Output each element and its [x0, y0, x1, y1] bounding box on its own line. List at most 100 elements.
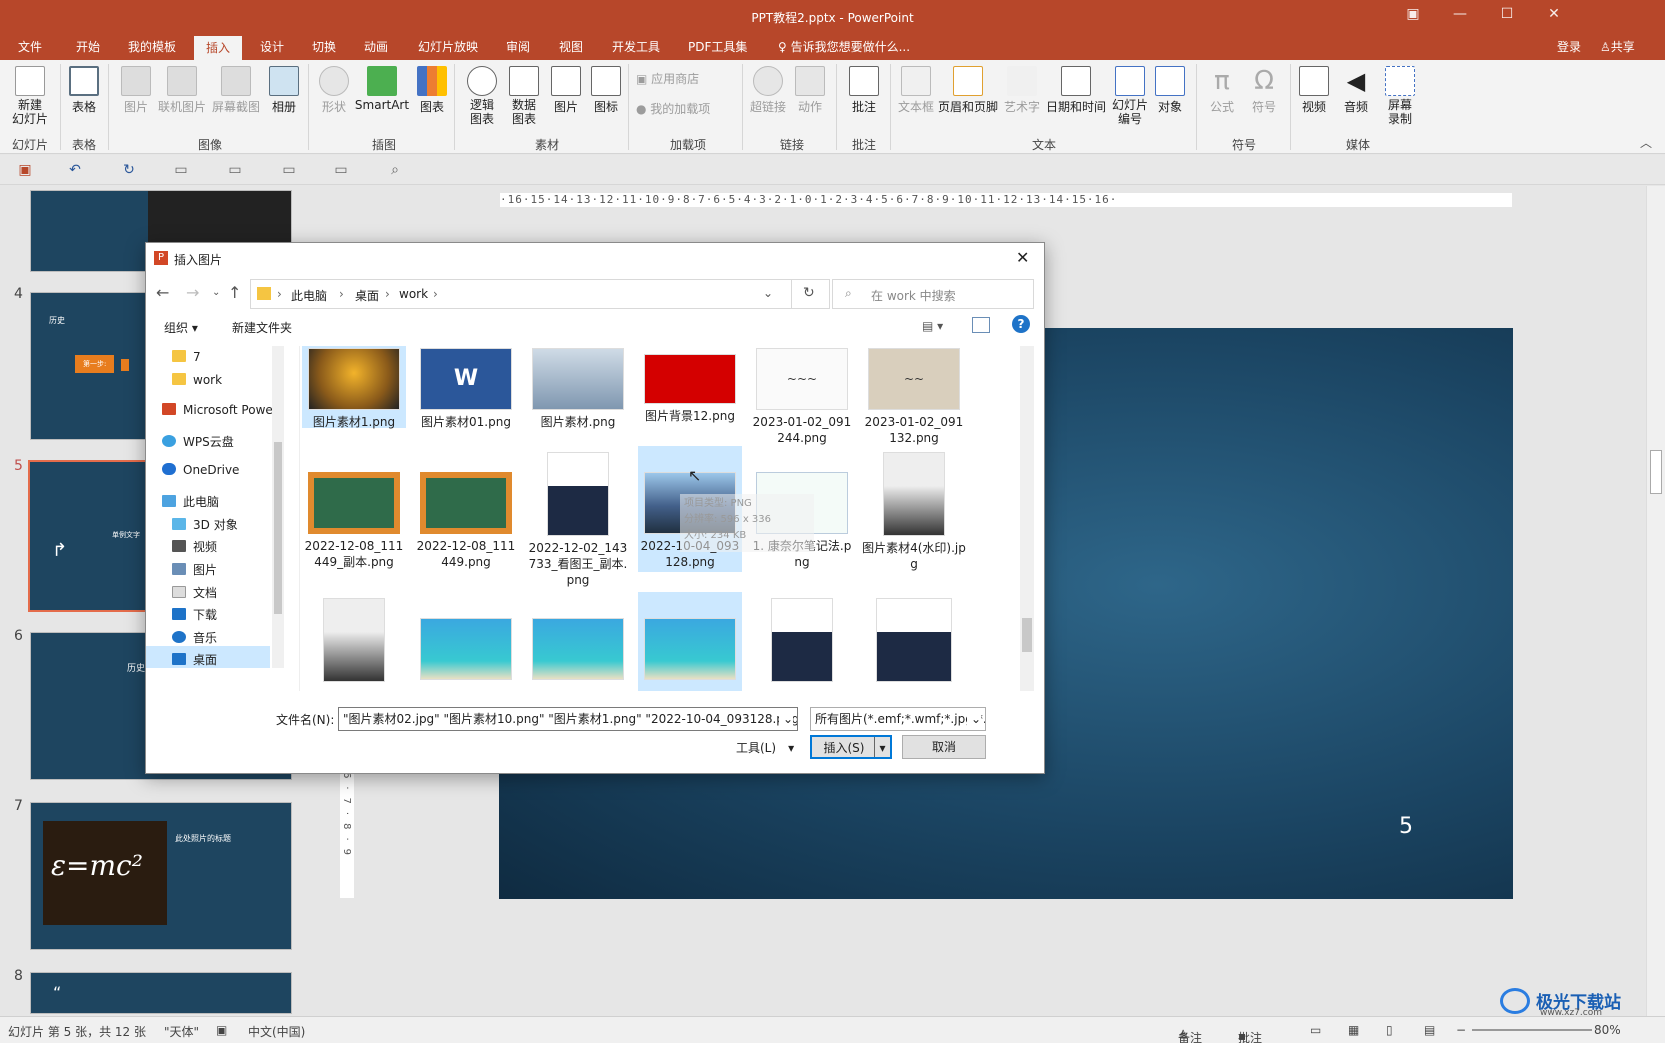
online-picture-button[interactable]: 联机图片	[156, 66, 208, 115]
file-item[interactable]: 图片素材.png	[526, 346, 630, 430]
file-item[interactable]: 2022-12-08_111449_副本.png	[302, 466, 406, 570]
tab-animations[interactable]: 动画	[364, 38, 388, 55]
file-item[interactable]: 图片素材1.png	[302, 346, 406, 429]
screenshot-button[interactable]: 屏幕截图	[210, 66, 262, 115]
nav-item-this-pc[interactable]: 此电脑	[162, 493, 219, 510]
tab-my-templates[interactable]: 我的模板	[128, 38, 176, 55]
file-item[interactable]	[862, 592, 966, 686]
file-item[interactable]	[526, 612, 630, 684]
nav-item-7[interactable]: 7	[172, 350, 201, 364]
app-store-button[interactable]: ▣ 应用商店	[636, 70, 699, 87]
undo-icon[interactable]: ↶	[66, 161, 84, 179]
slide-thumbnail-7[interactable]: ε=mc² 此处照片的标题	[30, 802, 292, 950]
file-item[interactable]: W 图片素材01.png	[414, 346, 518, 430]
search-input[interactable]: ⌕ 在 work 中搜索	[832, 279, 1034, 309]
file-item[interactable]: 图片素材4(水印).jpg	[862, 446, 966, 572]
tab-review[interactable]: 审阅	[506, 38, 530, 55]
nav-item-videos[interactable]: 视频	[172, 538, 217, 555]
nav-item-documents[interactable]: 文档	[172, 584, 217, 601]
icons-button[interactable]: 图标	[588, 66, 624, 115]
nav-item-powerpoint[interactable]: Microsoft Power	[162, 403, 278, 417]
logic-chart-button[interactable]: 逻辑 图表	[462, 66, 502, 126]
zoom-slider[interactable]	[1472, 1029, 1592, 1031]
hyperlink-button[interactable]: 超链接	[748, 66, 788, 115]
action-button[interactable]: 动作	[792, 66, 828, 115]
qat-icon-1[interactable]: ▭	[172, 161, 190, 179]
spellcheck-icon[interactable]: ▣	[216, 1023, 227, 1037]
tab-slideshow[interactable]: 幻灯片放映	[418, 38, 478, 55]
file-item[interactable]: ~~~ 2023-01-02_091244.png	[750, 346, 854, 446]
slide-number-button[interactable]: 幻灯片 编号	[1110, 66, 1150, 126]
tab-transitions[interactable]: 切换	[312, 38, 336, 55]
material-picture-button[interactable]: 图片	[548, 66, 584, 115]
header-footer-button[interactable]: 页眉和页脚	[938, 66, 998, 115]
refresh-icon[interactable]: ↻	[803, 285, 815, 301]
smartart-button[interactable]: SmartArt	[354, 66, 410, 112]
language-indicator[interactable]: 中文(中国)	[248, 1023, 305, 1040]
minimize-button[interactable]: —	[1450, 6, 1470, 22]
address-bar[interactable]: › 此电脑 › 桌面 › work › ⌄ ↻	[250, 279, 830, 309]
slideshow-view-icon[interactable]: ▤	[1424, 1023, 1435, 1037]
qat-icon-4[interactable]: ▭	[332, 161, 350, 179]
comment-button[interactable]: 批注	[846, 66, 882, 115]
share-button[interactable]: ♙共享	[1600, 38, 1635, 55]
file-grid-scrollbar[interactable]	[1020, 346, 1034, 691]
qat-icon-2[interactable]: ▭	[226, 161, 244, 179]
object-button[interactable]: 对象	[1152, 66, 1188, 115]
insert-dropdown-icon[interactable]: ▾	[874, 737, 890, 757]
tab-design[interactable]: 设计	[260, 38, 284, 55]
nav-item-work[interactable]: work	[172, 373, 222, 387]
file-item[interactable]: ~~ 2023-01-02_091132.png	[862, 346, 966, 446]
editor-scrollbar[interactable]	[1646, 186, 1665, 1016]
nav-item-pictures[interactable]: 图片	[172, 561, 217, 578]
organize-menu[interactable]: 组织 ▾	[164, 319, 198, 336]
file-item[interactable]: 图片背景12.png	[638, 346, 742, 424]
tab-view[interactable]: 视图	[559, 38, 583, 55]
slide-thumbnail-8[interactable]: “	[30, 972, 292, 1014]
nav-item-desktop[interactable]: 桌面	[146, 646, 270, 668]
login-link[interactable]: 登录	[1557, 38, 1581, 55]
nav-item-onedrive[interactable]: OneDrive	[162, 463, 239, 477]
chevron-down-icon[interactable]: ⌄	[966, 708, 981, 730]
nav-item-wps-cloud[interactable]: WPS云盘	[162, 433, 234, 450]
close-window-button[interactable]: ✕	[1544, 6, 1564, 22]
table-button[interactable]: 表格	[66, 66, 102, 115]
new-slide-button[interactable]: 新建 幻灯片	[6, 66, 54, 126]
breadcrumb-this-pc[interactable]: 此电脑	[291, 287, 327, 304]
breadcrumb-work[interactable]: work	[399, 287, 428, 301]
maximize-button[interactable]: ☐	[1497, 6, 1517, 22]
picture-button[interactable]: 图片	[118, 66, 154, 115]
textbox-button[interactable]: 文本框	[896, 66, 936, 115]
new-folder-button[interactable]: 新建文件夹	[232, 319, 292, 336]
tab-home[interactable]: 开始	[76, 38, 100, 55]
collapse-ribbon-icon[interactable]: ︿	[1640, 134, 1652, 151]
file-item[interactable]	[302, 592, 406, 686]
breadcrumb-desktop[interactable]: 桌面	[355, 287, 379, 304]
help-icon[interactable]: ?	[1012, 315, 1030, 333]
chevron-down-icon[interactable]: ⌄	[763, 286, 773, 300]
zoom-level[interactable]: 80%	[1594, 1023, 1621, 1037]
file-item[interactable]	[638, 592, 742, 691]
my-addins-button[interactable]: ● 我的加载项	[636, 100, 710, 117]
tab-developer[interactable]: 开发工具	[612, 38, 660, 55]
close-icon[interactable]: ✕	[1016, 248, 1029, 267]
data-chart-button[interactable]: 数据 图表	[504, 66, 544, 126]
tab-insert[interactable]: 插入	[194, 36, 243, 60]
up-icon[interactable]: ↑	[228, 283, 241, 302]
zoom-out-icon[interactable]: −	[1456, 1023, 1466, 1037]
nav-scrollbar[interactable]	[272, 346, 284, 668]
save-icon[interactable]: ▣	[16, 161, 34, 179]
chart-button[interactable]: 图表	[414, 66, 450, 115]
wordart-button[interactable]: 艺术字	[1002, 66, 1042, 115]
chevron-down-icon[interactable]: ⌄	[778, 708, 793, 730]
tell-me-search[interactable]: ♀ 告诉我您想要做什么...	[778, 38, 910, 55]
shapes-button[interactable]: 形状	[316, 66, 352, 115]
scrollbar-thumb[interactable]	[1650, 450, 1662, 494]
video-button[interactable]: 视频	[1296, 66, 1332, 115]
tab-pdf-tools[interactable]: PDF工具集	[688, 38, 747, 55]
audio-button[interactable]: ◀ 音频	[1338, 66, 1374, 115]
forward-icon[interactable]: →	[186, 283, 199, 302]
file-item[interactable]	[414, 612, 518, 684]
print-preview-icon[interactable]: ⌕	[386, 161, 404, 179]
equation-button[interactable]: π 公式	[1204, 66, 1240, 115]
